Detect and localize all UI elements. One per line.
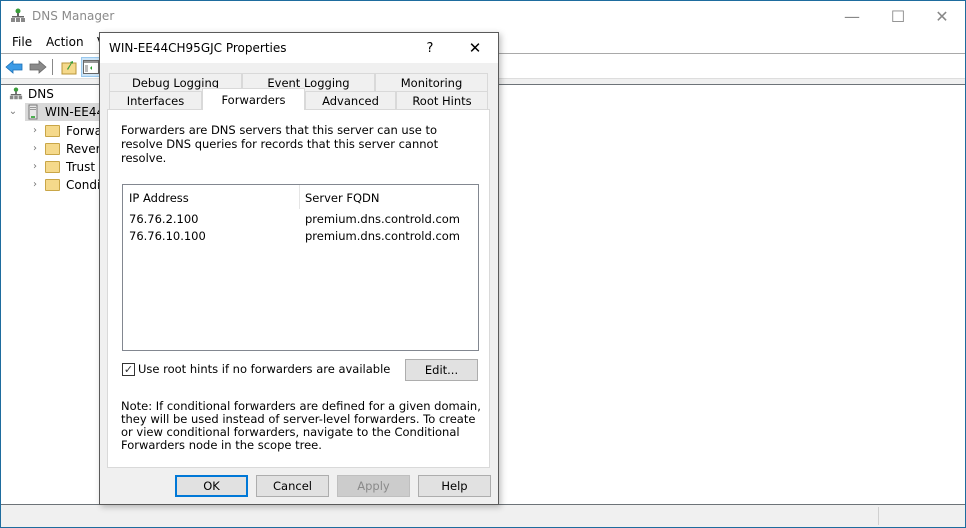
menu-action[interactable]: Action	[46, 35, 84, 49]
up-folder-icon	[61, 61, 77, 75]
forward-button[interactable]	[28, 57, 48, 77]
tab-root-hints[interactable]: Root Hints	[396, 91, 488, 110]
list-header: IP Address Server FQDN	[123, 185, 478, 209]
tab-label: Forwarders	[221, 93, 286, 107]
tab-forwarders[interactable]: Forwarders	[202, 88, 305, 110]
properties-dialog: WIN-EE44CH95GJC Properties ? ✕ Debug Log…	[99, 32, 499, 505]
dialog-help-button[interactable]: ?	[418, 37, 442, 59]
folder-icon	[45, 161, 60, 173]
question-icon: ?	[426, 40, 434, 56]
cell-ip: 76.76.2.100	[129, 212, 199, 226]
folder-icon	[45, 179, 60, 191]
dns-root-icon	[9, 87, 23, 100]
column-header-server-fqdn[interactable]: Server FQDN	[305, 191, 380, 205]
tree-node-trust-points[interactable]: › Trust P	[29, 158, 106, 176]
console-tree: DNS ⌄ WIN-EE44C › Forwar › Revers › Trus…	[1, 85, 125, 505]
column-header-ip-address[interactable]: IP Address	[129, 191, 189, 205]
chevron-right-icon[interactable]: ›	[29, 179, 41, 191]
toolbar-separator	[52, 59, 53, 75]
up-one-level-button[interactable]	[59, 57, 79, 77]
tab-advanced[interactable]: Advanced	[305, 91, 396, 110]
maximize-button[interactable]: ☐	[875, 1, 921, 31]
results-pane	[498, 85, 965, 505]
forwarders-tab-panel: Forwarders are DNS servers that this ser…	[107, 109, 490, 468]
tab-interfaces[interactable]: Interfaces	[109, 91, 202, 110]
chevron-right-icon[interactable]: ›	[29, 143, 41, 155]
chevron-right-icon[interactable]: ›	[29, 161, 41, 173]
tab-monitoring[interactable]: Monitoring	[375, 73, 488, 92]
tab-label: Root Hints	[412, 93, 472, 108]
list-row[interactable]: 76.76.2.100 premium.dns.controld.com	[123, 210, 478, 227]
close-icon: ✕	[468, 39, 482, 57]
cancel-label: Cancel	[273, 479, 312, 493]
cancel-button[interactable]: Cancel	[256, 475, 329, 497]
tree-node-dns[interactable]: DNS	[9, 85, 54, 103]
help-button[interactable]: Help	[418, 475, 491, 497]
minimize-button[interactable]: —	[829, 1, 875, 31]
apply-label: Apply	[357, 479, 390, 493]
column-separator[interactable]	[299, 185, 300, 209]
list-row[interactable]: 76.76.10.100 premium.dns.controld.com	[123, 227, 478, 244]
back-button[interactable]	[4, 57, 24, 77]
forward-arrow-icon	[29, 60, 47, 74]
dialog-close-button[interactable]: ✕	[462, 37, 488, 59]
folder-icon	[45, 143, 60, 155]
close-icon: ✕	[935, 6, 949, 26]
show-hide-tree-button[interactable]	[81, 57, 101, 77]
dialog-title: WIN-EE44CH95GJC Properties	[109, 41, 287, 55]
status-bar	[1, 504, 965, 527]
chevron-right-icon[interactable]: ›	[29, 125, 41, 137]
apply-button[interactable]: Apply	[337, 475, 410, 497]
menu-file[interactable]: File	[12, 35, 32, 49]
ok-button[interactable]: OK	[175, 475, 248, 497]
tab-label: Monitoring	[400, 75, 463, 90]
status-separator	[878, 507, 879, 525]
show-hide-console-tree-icon	[83, 60, 99, 74]
back-arrow-icon	[5, 60, 23, 74]
use-root-hints-checkbox[interactable]: ✓	[122, 362, 135, 376]
minimize-icon: —	[844, 6, 860, 26]
use-root-hints-label: Use root hints if no forwarders are avai…	[138, 362, 391, 376]
conditional-forwarders-note: Note: If conditional forwarders are defi…	[121, 399, 481, 452]
tree-node-conditional-forwarders[interactable]: › Condit	[29, 176, 105, 194]
help-label: Help	[441, 479, 468, 493]
cell-fqdn: premium.dns.controld.com	[305, 212, 461, 226]
tree-node-reverse-lookup[interactable]: › Revers	[29, 140, 107, 158]
edit-button[interactable]: Edit...	[405, 359, 478, 381]
cell-fqdn: premium.dns.controld.com	[305, 229, 461, 243]
use-root-hints-option[interactable]: ✓ Use root hints if no forwarders are av…	[122, 362, 390, 376]
tree-label-dns: DNS	[28, 87, 54, 101]
server-icon	[28, 104, 38, 120]
edit-button-label: Edit...	[424, 363, 459, 377]
title-bar: DNS Manager — ☐ ✕	[1, 1, 965, 32]
dialog-title-bar: WIN-EE44CH95GJC Properties ? ✕	[100, 33, 498, 63]
tree-node-server[interactable]: ⌄ WIN-EE44C	[7, 103, 125, 121]
chevron-down-icon[interactable]: ⌄	[7, 106, 19, 118]
folder-icon	[45, 125, 60, 137]
tab-label: Interfaces	[126, 93, 185, 108]
forwarders-list[interactable]: IP Address Server FQDN 76.76.2.100 premi…	[122, 184, 479, 351]
ok-label: OK	[203, 479, 220, 493]
close-window-button[interactable]: ✕	[919, 1, 965, 31]
cell-ip: 76.76.10.100	[129, 229, 206, 243]
dns-manager-icon	[10, 8, 26, 24]
tree-node-forward-lookup[interactable]: › Forwar	[29, 122, 107, 140]
forwarders-description: Forwarders are DNS servers that this ser…	[121, 123, 439, 165]
window-title: DNS Manager	[32, 9, 115, 23]
maximize-icon: ☐	[890, 6, 906, 26]
checkmark-icon: ✓	[123, 362, 134, 376]
tab-label: Advanced	[322, 93, 379, 108]
